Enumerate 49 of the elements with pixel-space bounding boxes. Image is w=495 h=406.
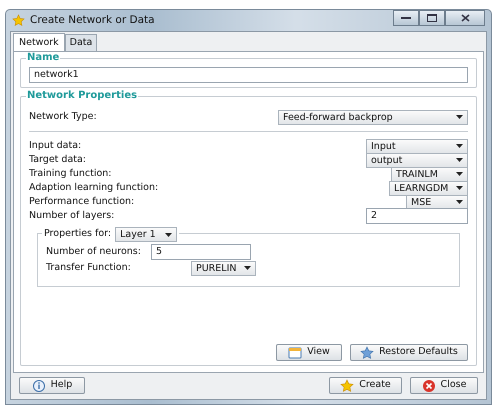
window-title: Create Network or Data (30, 12, 155, 28)
caret-icon (456, 186, 463, 190)
field-label: Adaption learning function: (29, 180, 158, 195)
tab[interactable]: Network (13, 33, 65, 51)
dropdown[interactable]: TRAINLM (391, 166, 468, 182)
star-icon (360, 346, 374, 360)
name-field[interactable]: network1 (29, 67, 468, 83)
star-icon (340, 378, 354, 392)
dropdown[interactable]: Feed-forward backprop (278, 110, 468, 124)
minimize-icon (401, 16, 411, 20)
view-button[interactable]: View (276, 344, 342, 361)
field-label: Network Type: (29, 110, 97, 124)
caret-icon (456, 158, 463, 162)
maximize-button[interactable] (419, 10, 445, 26)
group-title: Network Properties (26, 90, 138, 102)
create-button[interactable]: Create (329, 377, 402, 394)
tab[interactable]: Data (64, 34, 98, 51)
field-label: Performance function: (29, 194, 134, 209)
field-label: Transfer Function: (46, 260, 132, 275)
caret-icon (456, 115, 463, 119)
restore-button[interactable]: Restore Defaults (350, 344, 468, 361)
field-label: Target data: (29, 152, 86, 167)
close-button[interactable]: Close (410, 377, 478, 394)
maximize-icon (427, 14, 437, 22)
dropdown[interactable]: LEARNGDM (389, 180, 468, 196)
window-icon (288, 346, 302, 360)
close-icon (460, 14, 470, 22)
field-label: Number of neurons: (46, 244, 142, 259)
field-label: Training function: (29, 166, 112, 181)
star-icon (12, 14, 25, 27)
close-icon (422, 378, 436, 392)
caret-icon (244, 266, 251, 270)
caret-icon (456, 144, 463, 148)
input-field[interactable]: 2 (366, 208, 468, 224)
dropdown[interactable]: PURELIN (191, 260, 256, 276)
dropdown[interactable]: Input (366, 138, 468, 154)
field-label: Properties for: (44, 227, 112, 242)
dropdown[interactable]: output (366, 152, 468, 168)
input-field[interactable]: 5 (151, 244, 251, 260)
field-label: Input data: (29, 138, 82, 153)
close-button[interactable] (445, 10, 485, 26)
caret-icon (456, 200, 463, 204)
help-button[interactable]: Help (19, 377, 85, 394)
field-label: Number of layers: (29, 208, 114, 223)
dropdown[interactable]: Layer 1 (115, 227, 178, 242)
minimize-button[interactable] (393, 10, 419, 26)
caret-icon (456, 172, 463, 176)
caret-icon (165, 232, 172, 236)
info-icon (32, 378, 46, 392)
